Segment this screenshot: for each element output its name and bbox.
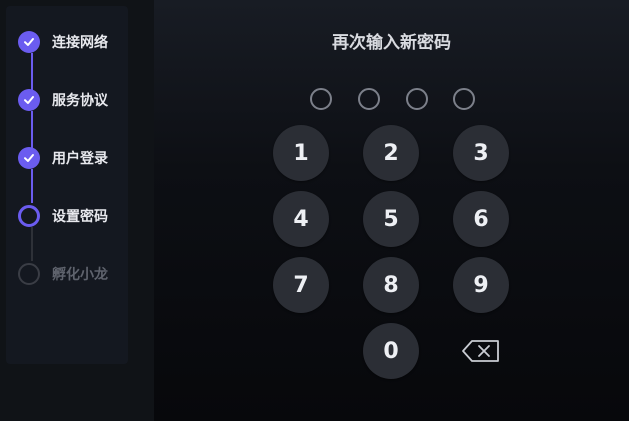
keypad-key-1[interactable]: 1 <box>273 125 329 181</box>
check-icon <box>18 89 40 111</box>
pin-digit-indicator <box>406 88 428 110</box>
steps-panel <box>6 6 128 364</box>
current-step-ring-icon <box>18 205 40 227</box>
step-label: 用户登录 <box>52 151 108 167</box>
keypad-key-3[interactable]: 3 <box>453 125 509 181</box>
keypad-key-8[interactable]: 8 <box>363 257 419 313</box>
keypad-key-5[interactable]: 5 <box>363 191 419 247</box>
step-set-password[interactable]: 设置密码 <box>18 203 138 229</box>
step-label: 连接网络 <box>52 35 108 51</box>
pin-digit-indicator <box>453 88 475 110</box>
check-icon <box>18 147 40 169</box>
keypad-key-0[interactable]: 0 <box>363 323 419 379</box>
keypad-key-7[interactable]: 7 <box>273 257 329 313</box>
keypad-key-2[interactable]: 2 <box>363 125 419 181</box>
setup-sidebar: 连接网络 服务协议 用户登录 设置密码 孵化小龙 <box>0 0 154 421</box>
keypad-key-4[interactable]: 4 <box>273 191 329 247</box>
page-title: 再次输入新密码 <box>332 33 451 53</box>
step-hatch-dragon[interactable]: 孵化小龙 <box>18 261 138 287</box>
backspace-button[interactable] <box>453 323 509 379</box>
step-user-login[interactable]: 用户登录 <box>18 145 138 171</box>
pin-entry-panel: 再次输入新密码 1 2 3 4 5 6 7 8 9 0 <box>154 0 629 421</box>
keypad-key-9[interactable]: 9 <box>453 257 509 313</box>
step-label: 服务协议 <box>52 93 108 109</box>
step-label: 设置密码 <box>52 209 108 225</box>
step-label: 孵化小龙 <box>52 267 108 283</box>
backspace-icon <box>462 340 499 362</box>
step-connect-network[interactable]: 连接网络 <box>18 29 138 55</box>
pin-digit-indicator <box>358 88 380 110</box>
step-connector <box>31 227 33 261</box>
pending-step-ring-icon <box>18 263 40 285</box>
step-connector <box>31 169 33 203</box>
check-icon <box>18 31 40 53</box>
keypad-key-6[interactable]: 6 <box>453 191 509 247</box>
step-service-agreement[interactable]: 服务协议 <box>18 87 138 113</box>
pin-digit-indicator <box>310 88 332 110</box>
